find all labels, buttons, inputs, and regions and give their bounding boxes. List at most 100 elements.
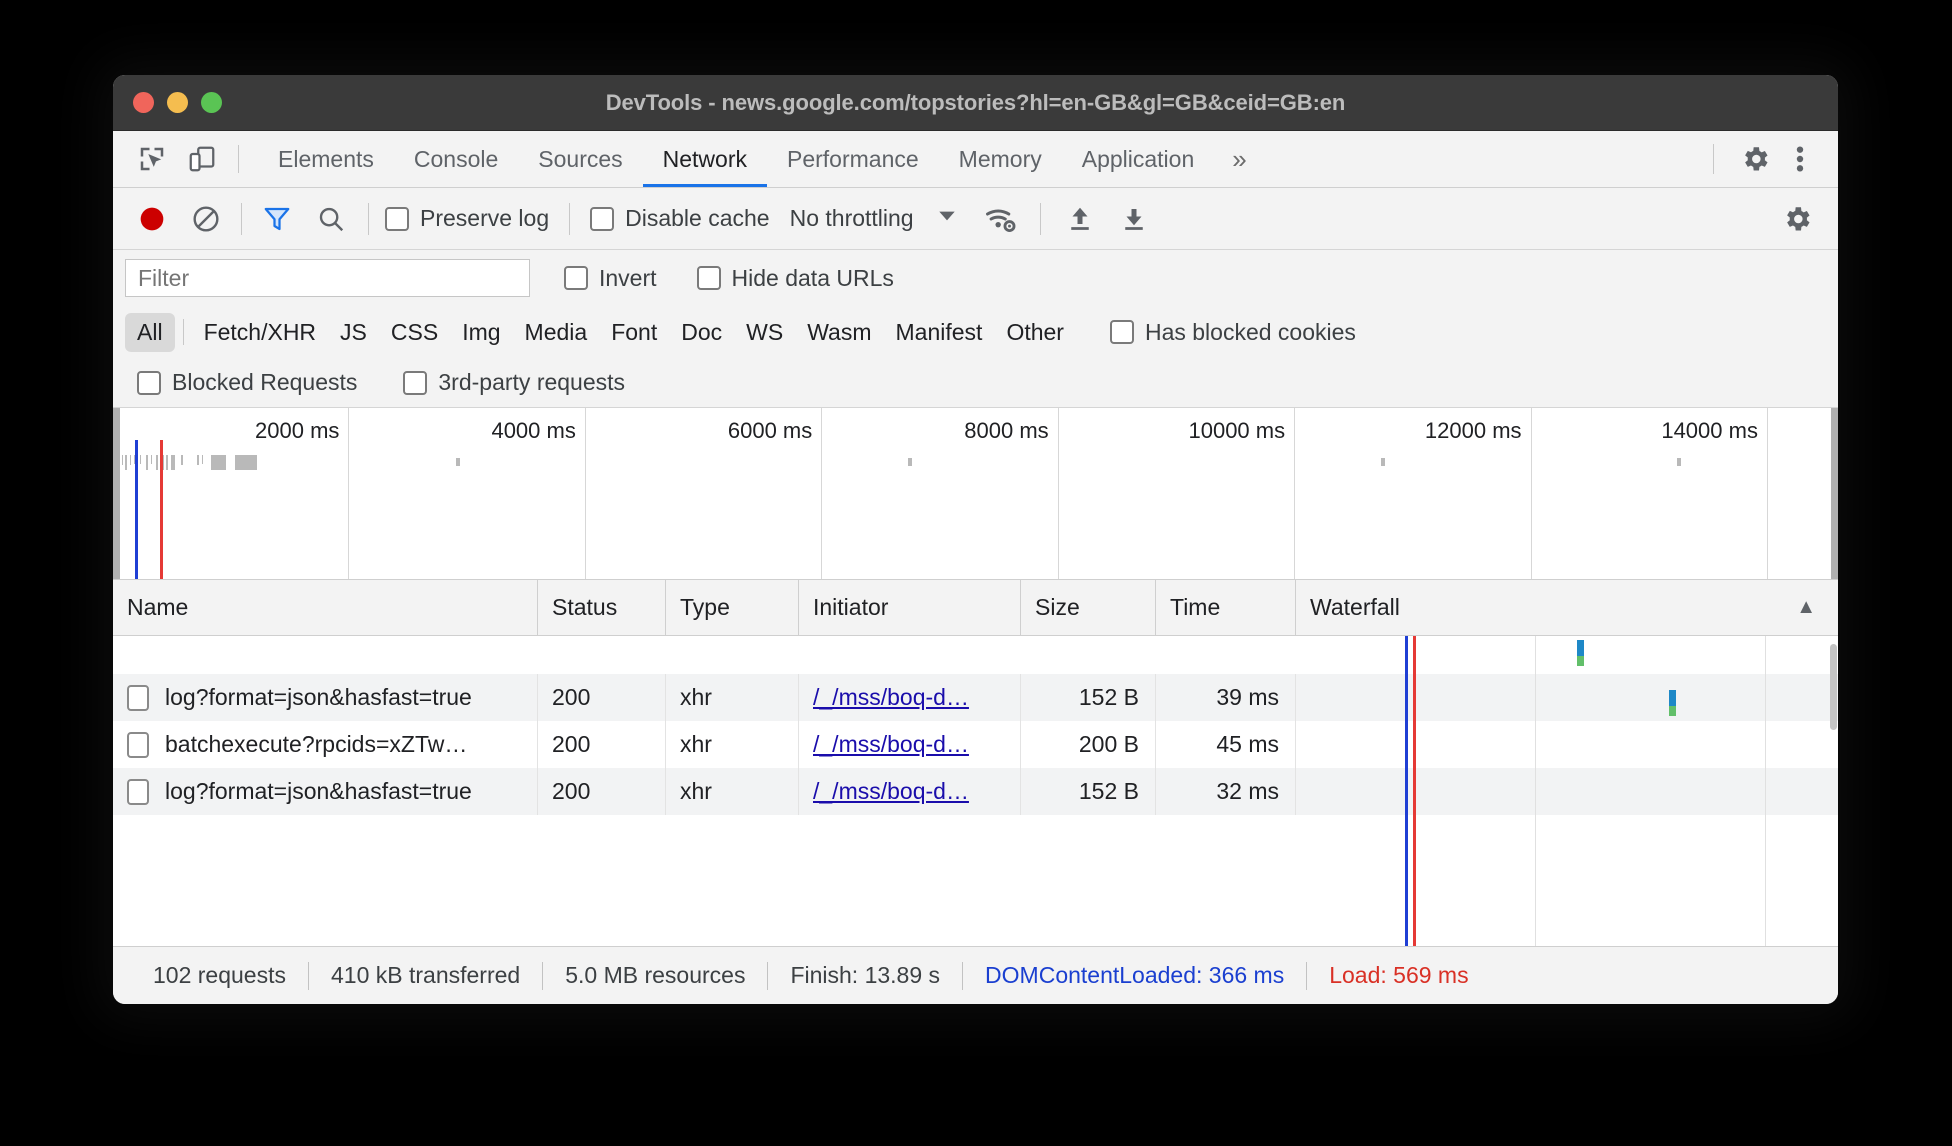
panel-tabs: Elements Console Sources Network Perform… — [258, 131, 1265, 187]
invert-box — [564, 266, 588, 290]
chevron-down-icon[interactable] — [936, 205, 958, 232]
tab-elements[interactable]: Elements — [258, 131, 394, 187]
has-blocked-cookies-checkbox[interactable]: Has blocked cookies — [1104, 319, 1362, 346]
row-checkbox[interactable] — [127, 778, 149, 805]
disable-cache-checkbox[interactable]: Disable cache — [584, 205, 775, 232]
column-header-name[interactable]: Name — [113, 580, 538, 635]
third-party-requests-checkbox[interactable]: 3rd-party requests — [397, 369, 631, 396]
column-header-time[interactable]: Time — [1156, 580, 1296, 635]
toolbar-divider — [238, 145, 239, 173]
overview-left-handle[interactable] — [113, 408, 120, 579]
overview-tick-12000: 12000 ms — [1424, 418, 1522, 443]
import-har-icon[interactable] — [1053, 192, 1107, 246]
network-overview-timeline[interactable]: 2000 ms 4000 ms 6000 ms 8000 ms 10000 ms… — [113, 408, 1838, 580]
hide-data-urls-checkbox[interactable]: Hide data URLs — [691, 265, 900, 292]
type-chip-ws[interactable]: WS — [734, 313, 795, 352]
tab-console[interactable]: Console — [394, 131, 518, 187]
row-name-cell[interactable]: log?format=json&hasfast=true — [113, 768, 538, 815]
network-conditions-icon[interactable] — [974, 192, 1028, 246]
type-chip-other[interactable]: Other — [994, 313, 1076, 352]
overview-load-marker — [160, 440, 163, 579]
row-initiator-link[interactable]: /_/mss/boq-d… — [813, 684, 969, 711]
row-initiator-cell[interactable]: /_/mss/boq-d… — [799, 768, 1021, 815]
table-vertical-scrollbar[interactable] — [1829, 636, 1838, 946]
table-row[interactable]: batchexecute?rpcids=xZTw… 200 xhr /_/mss… — [113, 721, 1838, 768]
overview-bars-3 — [586, 453, 821, 473]
search-icon[interactable] — [304, 192, 358, 246]
minimize-window-button[interactable] — [167, 92, 188, 113]
blocked-requests-checkbox[interactable]: Blocked Requests — [131, 369, 363, 396]
kebab-menu-icon[interactable] — [1780, 143, 1820, 175]
type-chip-css[interactable]: CSS — [379, 313, 450, 352]
type-chip-all[interactable]: All — [125, 312, 175, 352]
type-chip-font[interactable]: Font — [599, 313, 669, 352]
table-header-row: Name Status Type Initiator Size Time Wat… — [113, 580, 1838, 636]
window-title: DevTools - news.google.com/topstories?hl… — [605, 89, 1346, 115]
resource-type-filter-row: All Fetch/XHR JS CSS Img Media Font Doc … — [113, 306, 1838, 358]
clear-button[interactable] — [179, 192, 233, 246]
invert-checkbox[interactable]: Invert — [558, 265, 663, 292]
filter-row: Invert Hide data URLs — [113, 250, 1838, 306]
blocked-requests-label: Blocked Requests — [172, 369, 358, 395]
overview-bars-7 — [1532, 453, 1767, 473]
overview-segment-5: 10000 ms — [1059, 408, 1296, 579]
throttling-select[interactable]: No throttling — [776, 205, 914, 232]
inspect-element-icon[interactable] — [127, 131, 177, 187]
row-checkbox[interactable] — [127, 731, 149, 758]
table-row[interactable]: log?format=json&hasfast=true 200 xhr /_/… — [113, 768, 1838, 815]
status-load: Load: 569 ms — [1329, 962, 1469, 988]
type-chip-js[interactable]: JS — [328, 313, 379, 352]
type-chip-manifest[interactable]: Manifest — [884, 313, 995, 352]
row-initiator-link[interactable]: /_/mss/boq-d… — [813, 731, 969, 758]
column-header-type[interactable]: Type — [666, 580, 799, 635]
row-initiator-cell[interactable]: /_/mss/boq-d… — [799, 674, 1021, 721]
tab-memory-label: Memory — [958, 145, 1042, 172]
tab-memory[interactable]: Memory — [939, 131, 1062, 187]
type-chip-fetch-xhr[interactable]: Fetch/XHR — [192, 313, 328, 352]
gear-icon[interactable] — [1730, 143, 1780, 175]
has-blocked-cookies-box — [1109, 320, 1134, 344]
tab-sources[interactable]: Sources — [518, 131, 642, 187]
tab-network[interactable]: Network — [642, 131, 768, 187]
tab-application[interactable]: Application — [1062, 131, 1215, 187]
column-header-initiator[interactable]: Initiator — [799, 580, 1021, 635]
network-settings-gear-icon[interactable] — [1770, 192, 1824, 246]
column-header-size[interactable]: Size — [1021, 580, 1156, 635]
column-header-waterfall[interactable]: Waterfall ▲ — [1296, 580, 1838, 635]
type-chip-wasm[interactable]: Wasm — [795, 313, 883, 352]
status-transferred: 410 kB transferred — [330, 962, 521, 988]
overview-segment-tail — [1768, 408, 1838, 579]
export-har-icon[interactable] — [1107, 192, 1161, 246]
more-tabs-icon[interactable]: » — [1214, 131, 1264, 187]
type-chip-img[interactable]: Img — [450, 313, 512, 352]
traffic-lights — [113, 92, 222, 113]
overview-right-handle[interactable] — [1831, 408, 1838, 579]
type-chip-media[interactable]: Media — [513, 313, 600, 352]
row-size-cell: 152 B — [1021, 768, 1156, 815]
column-header-status[interactable]: Status — [538, 580, 666, 635]
device-toolbar-icon[interactable] — [177, 131, 227, 187]
tab-performance[interactable]: Performance — [767, 131, 939, 187]
filter-toggle-icon[interactable] — [250, 192, 304, 246]
record-button[interactable] — [125, 192, 179, 246]
table-row[interactable]: log?format=json&hasfast=true 200 xhr /_/… — [113, 674, 1838, 721]
row-name-cell[interactable]: log?format=json&hasfast=true — [113, 674, 538, 721]
overview-bars-5 — [1059, 453, 1294, 473]
row-name-cell[interactable]: batchexecute?rpcids=xZTw… — [113, 721, 538, 768]
row-initiator-cell[interactable]: /_/mss/boq-d… — [799, 721, 1021, 768]
row-initiator-link[interactable]: /_/mss/boq-d… — [813, 778, 969, 805]
blocked-requests-box — [137, 370, 161, 395]
has-blocked-cookies-label: Has blocked cookies — [1144, 318, 1356, 345]
tab-performance-label: Performance — [787, 145, 919, 172]
filter-input[interactable] — [125, 259, 530, 297]
invert-label: Invert — [599, 264, 657, 291]
network-toolbar: Preserve log Disable cache No throttling — [113, 188, 1838, 250]
row-status-cell: 200 — [538, 721, 666, 768]
close-window-button[interactable] — [133, 92, 154, 113]
preserve-log-checkbox[interactable]: Preserve log — [379, 205, 555, 232]
maximize-window-button[interactable] — [201, 92, 222, 113]
type-chip-doc[interactable]: Doc — [669, 313, 734, 352]
status-dom-content-loaded: DOMContentLoaded: 366 ms — [985, 962, 1285, 988]
row-name-text: log?format=json&hasfast=true — [165, 778, 472, 804]
row-checkbox[interactable] — [127, 684, 149, 711]
